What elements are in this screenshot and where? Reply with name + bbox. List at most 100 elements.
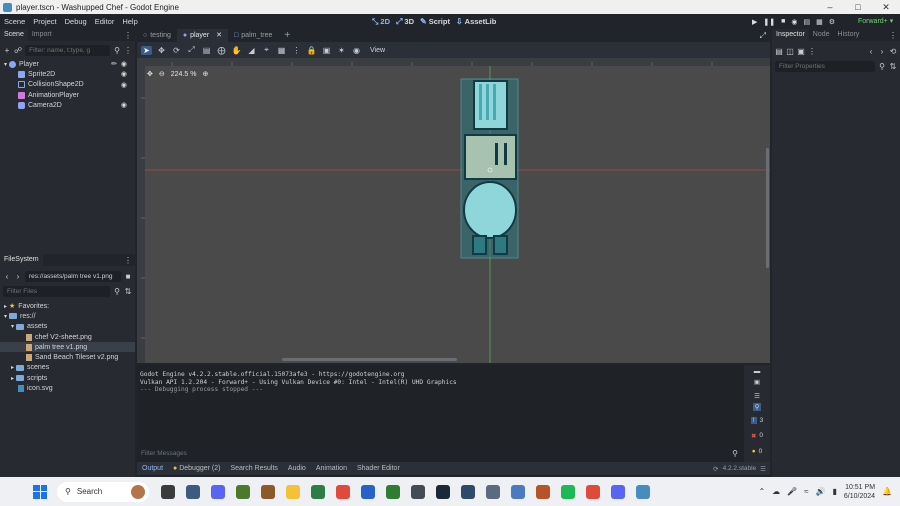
copy-icon[interactable]: ▣: [754, 378, 760, 386]
select-mode-icon[interactable]: ➤: [141, 45, 152, 55]
notification-icon[interactable]: 🔔: [882, 487, 892, 496]
list-select-icon[interactable]: ▤: [201, 46, 212, 55]
battery-icon[interactable]: ▮: [832, 487, 836, 496]
zoom-out-icon[interactable]: ⊖: [159, 70, 165, 78]
play-icon[interactable]: ▶: [752, 18, 757, 26]
back-icon[interactable]: ‹: [3, 272, 11, 281]
tab-shader-editor[interactable]: Shader Editor: [352, 465, 405, 472]
visibility-eye-icon[interactable]: ◉: [121, 101, 127, 109]
file-filter-input[interactable]: Filter Files: [3, 285, 110, 297]
visibility-eye-icon[interactable]: ◉: [121, 81, 127, 89]
menu-scene[interactable]: Scene: [0, 17, 29, 26]
distraction-free-icon[interactable]: ⤢: [760, 31, 766, 41]
tab-history[interactable]: History: [834, 29, 864, 41]
play-custom-icon[interactable]: ▦: [816, 18, 823, 26]
ship-icon[interactable]: [460, 484, 475, 499]
tree-node-sprite2d[interactable]: Sprite2D ◉: [0, 69, 135, 79]
search-icon[interactable]: ⚲: [878, 62, 886, 71]
zoom-level[interactable]: 224.5 %: [171, 71, 197, 78]
visibility-icon[interactable]: ◉: [351, 46, 362, 55]
sort-icon[interactable]: ⇅: [124, 287, 132, 296]
menu-project[interactable]: Project: [29, 17, 60, 26]
menu-editor[interactable]: Editor: [91, 17, 119, 26]
steam-icon[interactable]: [435, 484, 450, 499]
monitor-icon[interactable]: [410, 484, 425, 499]
tab-debugger[interactable]: ● Debugger (2): [168, 465, 225, 472]
2d-viewport[interactable]: ✥ ⊖ 224.5 % ⊕: [137, 58, 770, 363]
load-resource-icon[interactable]: ◫: [786, 47, 794, 56]
xbox-icon[interactable]: [385, 484, 400, 499]
tab-audio[interactable]: Audio: [283, 465, 311, 472]
add-scene-tab-button[interactable]: +: [278, 29, 296, 42]
tab-output[interactable]: Output: [137, 465, 168, 472]
search-icon[interactable]: ⚲: [732, 449, 738, 458]
chevron-up-icon[interactable]: ⌃: [758, 487, 765, 496]
warnings-toggle[interactable]: ● 0: [752, 448, 763, 455]
maximize-button[interactable]: □: [844, 0, 872, 14]
tab-inspector[interactable]: Inspector: [772, 29, 809, 41]
lock-icon[interactable]: 🔒: [306, 46, 317, 55]
task-view-icon[interactable]: [160, 484, 175, 499]
pan-icon[interactable]: ✥: [147, 70, 153, 78]
minimize-button[interactable]: –: [816, 0, 844, 14]
bone-icon[interactable]: ✶: [336, 46, 347, 55]
move-mode-icon[interactable]: ✥: [156, 46, 167, 55]
chevron-down-icon[interactable]: ▾: [4, 61, 7, 68]
view-menu[interactable]: View: [370, 47, 385, 54]
file-row[interactable]: Sand Beach Tileset v2.png: [0, 352, 135, 362]
history-forward-icon[interactable]: ›: [878, 47, 886, 56]
spotify-icon[interactable]: [560, 484, 575, 499]
tab-animation[interactable]: Animation: [311, 465, 352, 472]
tree-node-collisionshape2d[interactable]: CollisionShape2D ◉: [0, 80, 135, 90]
add-node-icon[interactable]: +: [3, 46, 11, 55]
play-scene-icon[interactable]: ▤: [803, 18, 810, 26]
apps-icon[interactable]: [310, 484, 325, 499]
ruler-mode-icon[interactable]: ◢: [246, 46, 257, 55]
file-row[interactable]: chef V2-sheet.png: [0, 332, 135, 342]
scale-mode-icon[interactable]: ⤢: [186, 45, 197, 55]
folder-row[interactable]: ▸ scripts: [0, 373, 135, 383]
pause-icon[interactable]: ❚❚: [763, 18, 775, 26]
minecraft-icon[interactable]: [235, 484, 250, 499]
start-icon[interactable]: [33, 484, 47, 499]
menu-dots-icon[interactable]: ⋮: [124, 256, 132, 265]
game2-icon[interactable]: [535, 484, 550, 499]
wrap-icon[interactable]: ☰: [754, 392, 760, 400]
message-filter-input[interactable]: Filter Messages: [141, 450, 187, 457]
tab-filesystem[interactable]: FileSystem: [0, 254, 43, 266]
clock[interactable]: 10:51 PM 6/10/2024: [844, 483, 875, 501]
tree-node-camera2d[interactable]: Camera2D ◉: [0, 100, 135, 110]
zoom-in-icon[interactable]: ⊕: [202, 70, 208, 78]
tree-node-player[interactable]: ▾ Player ✏ ◉: [0, 59, 135, 69]
tab-script[interactable]: ✎ Script: [420, 17, 450, 26]
discord-icon[interactable]: [610, 484, 625, 499]
clear-log-icon[interactable]: ▬: [754, 368, 761, 375]
tree-node-animationplayer[interactable]: AnimationPlayer: [0, 90, 135, 100]
movie-maker-icon[interactable]: ⚙: [829, 18, 835, 26]
search-icon[interactable]: ⚲: [752, 403, 762, 411]
new-resource-icon[interactable]: ▤: [775, 47, 783, 56]
file-row[interactable]: palm tree v1.png: [0, 342, 135, 353]
rotate-mode-icon[interactable]: ⟳: [171, 46, 182, 55]
visibility-eye-icon[interactable]: ◉: [121, 70, 127, 78]
pan-mode-icon[interactable]: ✋: [231, 46, 242, 55]
history-icon[interactable]: ⟲: [889, 47, 897, 56]
menu-dots-icon[interactable]: ⋮: [889, 31, 897, 40]
search-icon[interactable]: ⚲: [113, 46, 121, 55]
tab-import[interactable]: Import: [28, 29, 56, 41]
folder-row[interactable]: ▾ res://: [0, 311, 135, 321]
file-explorer-icon[interactable]: [285, 484, 300, 499]
smart-snap-icon[interactable]: ⌖: [261, 45, 272, 55]
extra-options-icon[interactable]: ⋮: [808, 47, 816, 56]
script-attached-icon[interactable]: ✏: [111, 60, 117, 68]
stop-icon[interactable]: ■: [781, 18, 785, 25]
grid-snap-icon[interactable]: ▦: [276, 46, 287, 55]
chrome-icon[interactable]: [335, 484, 350, 499]
game-icon[interactable]: [260, 484, 275, 499]
property-filter-input[interactable]: Filter Properties: [775, 60, 875, 72]
forward-icon[interactable]: ›: [14, 272, 22, 281]
favorites-row[interactable]: ▸ ★ Favorites:: [0, 301, 135, 311]
scene-options-icon[interactable]: ⋮: [124, 46, 132, 55]
terminal-icon[interactable]: [185, 484, 200, 499]
tab-assetlib[interactable]: ⇩ AssetLib: [456, 17, 496, 26]
